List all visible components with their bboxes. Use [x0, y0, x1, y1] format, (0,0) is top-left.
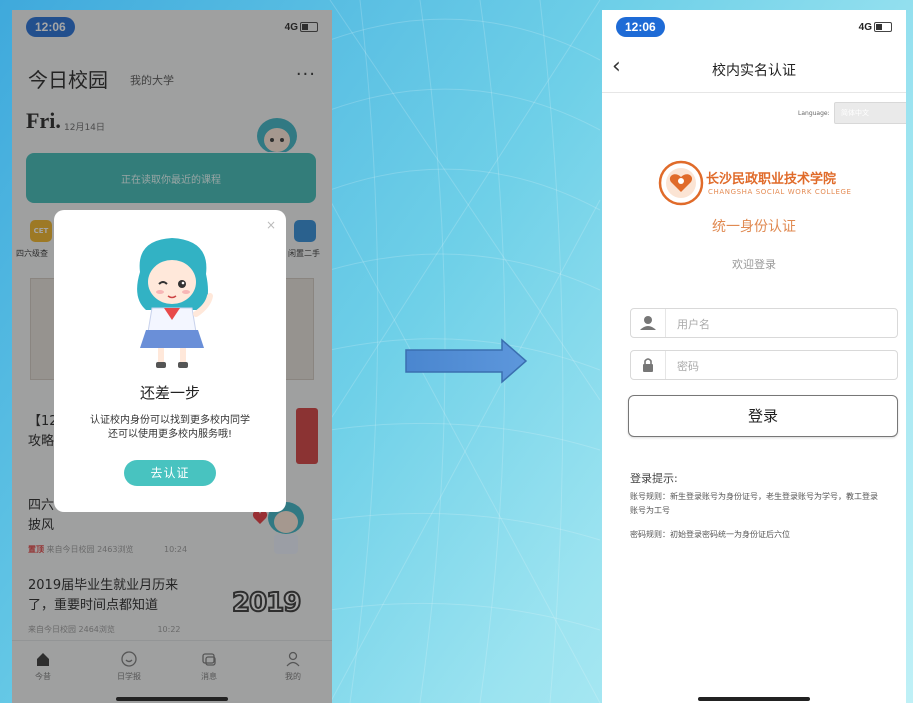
modal-title: 还差一步	[139, 384, 200, 402]
left-phone-screen: 12:06 4G 今日校园 我的大学 ··· Fri. 12月14日 正在读取你…	[12, 10, 332, 703]
college-name-en: CHANGSHA SOCIAL WORK COLLEGE	[708, 188, 852, 196]
password-input[interactable]	[675, 355, 879, 377]
lock-icon	[631, 351, 666, 379]
user-icon	[631, 309, 666, 337]
auth-system-title: 统一身份认证	[712, 219, 796, 235]
home-indicator	[698, 697, 810, 701]
username-field[interactable]	[630, 308, 898, 338]
page-title: 校内实名认证	[712, 63, 796, 79]
close-icon[interactable]: ×	[266, 218, 276, 232]
college-logo-icon	[658, 160, 704, 206]
modal-desc-line2: 还可以使用更多校内服务哦!	[107, 429, 232, 440]
password-rule-text: 密码规则：初始登录密码统一为身份证后六位	[630, 530, 790, 539]
language-select[interactable]: 简体中文	[834, 102, 906, 124]
language-select-value: 简体中文	[841, 109, 869, 117]
account-rule-text: 账号规则：新生登录账号为身份证号，老生登录账号为学号，教工登录账号为工号	[630, 492, 878, 515]
username-input[interactable]	[675, 313, 879, 335]
right-phone-screen: 12:06 4G ‹ 校内实名认证 Language: 简体中文 长沙民政职业技…	[602, 10, 906, 703]
language-label: Language:	[798, 110, 830, 117]
verify-modal: × 还差一步 认证校内身份可以找到更多校内同学 还可以使用更多校内服务哦! 去认…	[54, 210, 286, 512]
go-verify-button[interactable]: 去认证	[124, 460, 216, 486]
welcome-text: 欢迎登录	[732, 258, 776, 271]
nav-divider	[602, 92, 906, 93]
right-arrow-icon	[405, 338, 528, 384]
status-time: 12:06	[616, 17, 665, 37]
modal-desc-line1: 认证校内身份可以找到更多校内同学	[90, 415, 250, 426]
college-name-cn: 长沙民政职业技术学院	[706, 172, 837, 187]
home-indicator	[116, 697, 228, 701]
password-field[interactable]	[630, 350, 898, 380]
battery-icon	[874, 22, 892, 32]
status-bar: 12:06 4G	[602, 10, 906, 46]
network-indicator: 4G	[858, 22, 872, 33]
modal-description: 认证校内身份可以找到更多校内同学 还可以使用更多校内服务哦!	[66, 414, 274, 442]
login-button[interactable]: 登录	[628, 395, 898, 437]
mascot-wink-image	[137, 238, 213, 368]
login-tips-title: 登录提示:	[630, 472, 678, 485]
